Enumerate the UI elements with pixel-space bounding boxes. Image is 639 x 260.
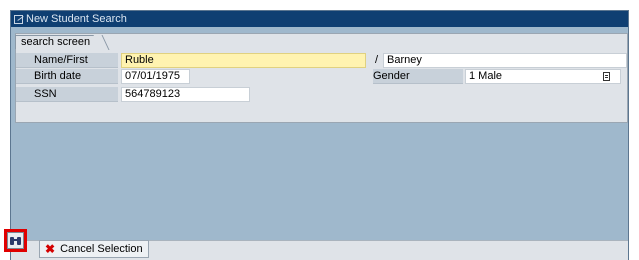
tab-search-screen[interactable]: search screen [15, 35, 103, 49]
ssn-input[interactable]: 564789123 [121, 87, 250, 102]
gender-label: Gender [373, 69, 463, 84]
cancel-selection-button[interactable]: ✖ Cancel Selection [39, 240, 149, 258]
birth-date-input[interactable]: 07/01/1975 [121, 69, 190, 84]
first-name-input[interactable]: Barney [383, 53, 627, 68]
binoculars-icon [10, 236, 21, 246]
title-bar: New Student Search [11, 11, 628, 27]
name-label: Name/First [16, 53, 118, 68]
ssn-label: SSN [16, 87, 118, 102]
find-button[interactable] [4, 229, 27, 252]
cancel-x-icon: ✖ [45, 242, 56, 256]
window-icon [14, 14, 23, 24]
list-icon[interactable] [603, 72, 610, 81]
gender-select[interactable]: 1 Male [465, 69, 621, 84]
gender-value: 1 Male [469, 70, 503, 82]
last-name-input[interactable]: Ruble [121, 53, 366, 68]
cancel-selection-label: Cancel Selection [60, 243, 143, 255]
window-title: New Student Search [26, 13, 127, 25]
dialog-window: New Student Search search screen Name/Fi… [10, 10, 629, 260]
name-separator: / [375, 54, 379, 66]
birth-date-label: Birth date [16, 69, 118, 84]
